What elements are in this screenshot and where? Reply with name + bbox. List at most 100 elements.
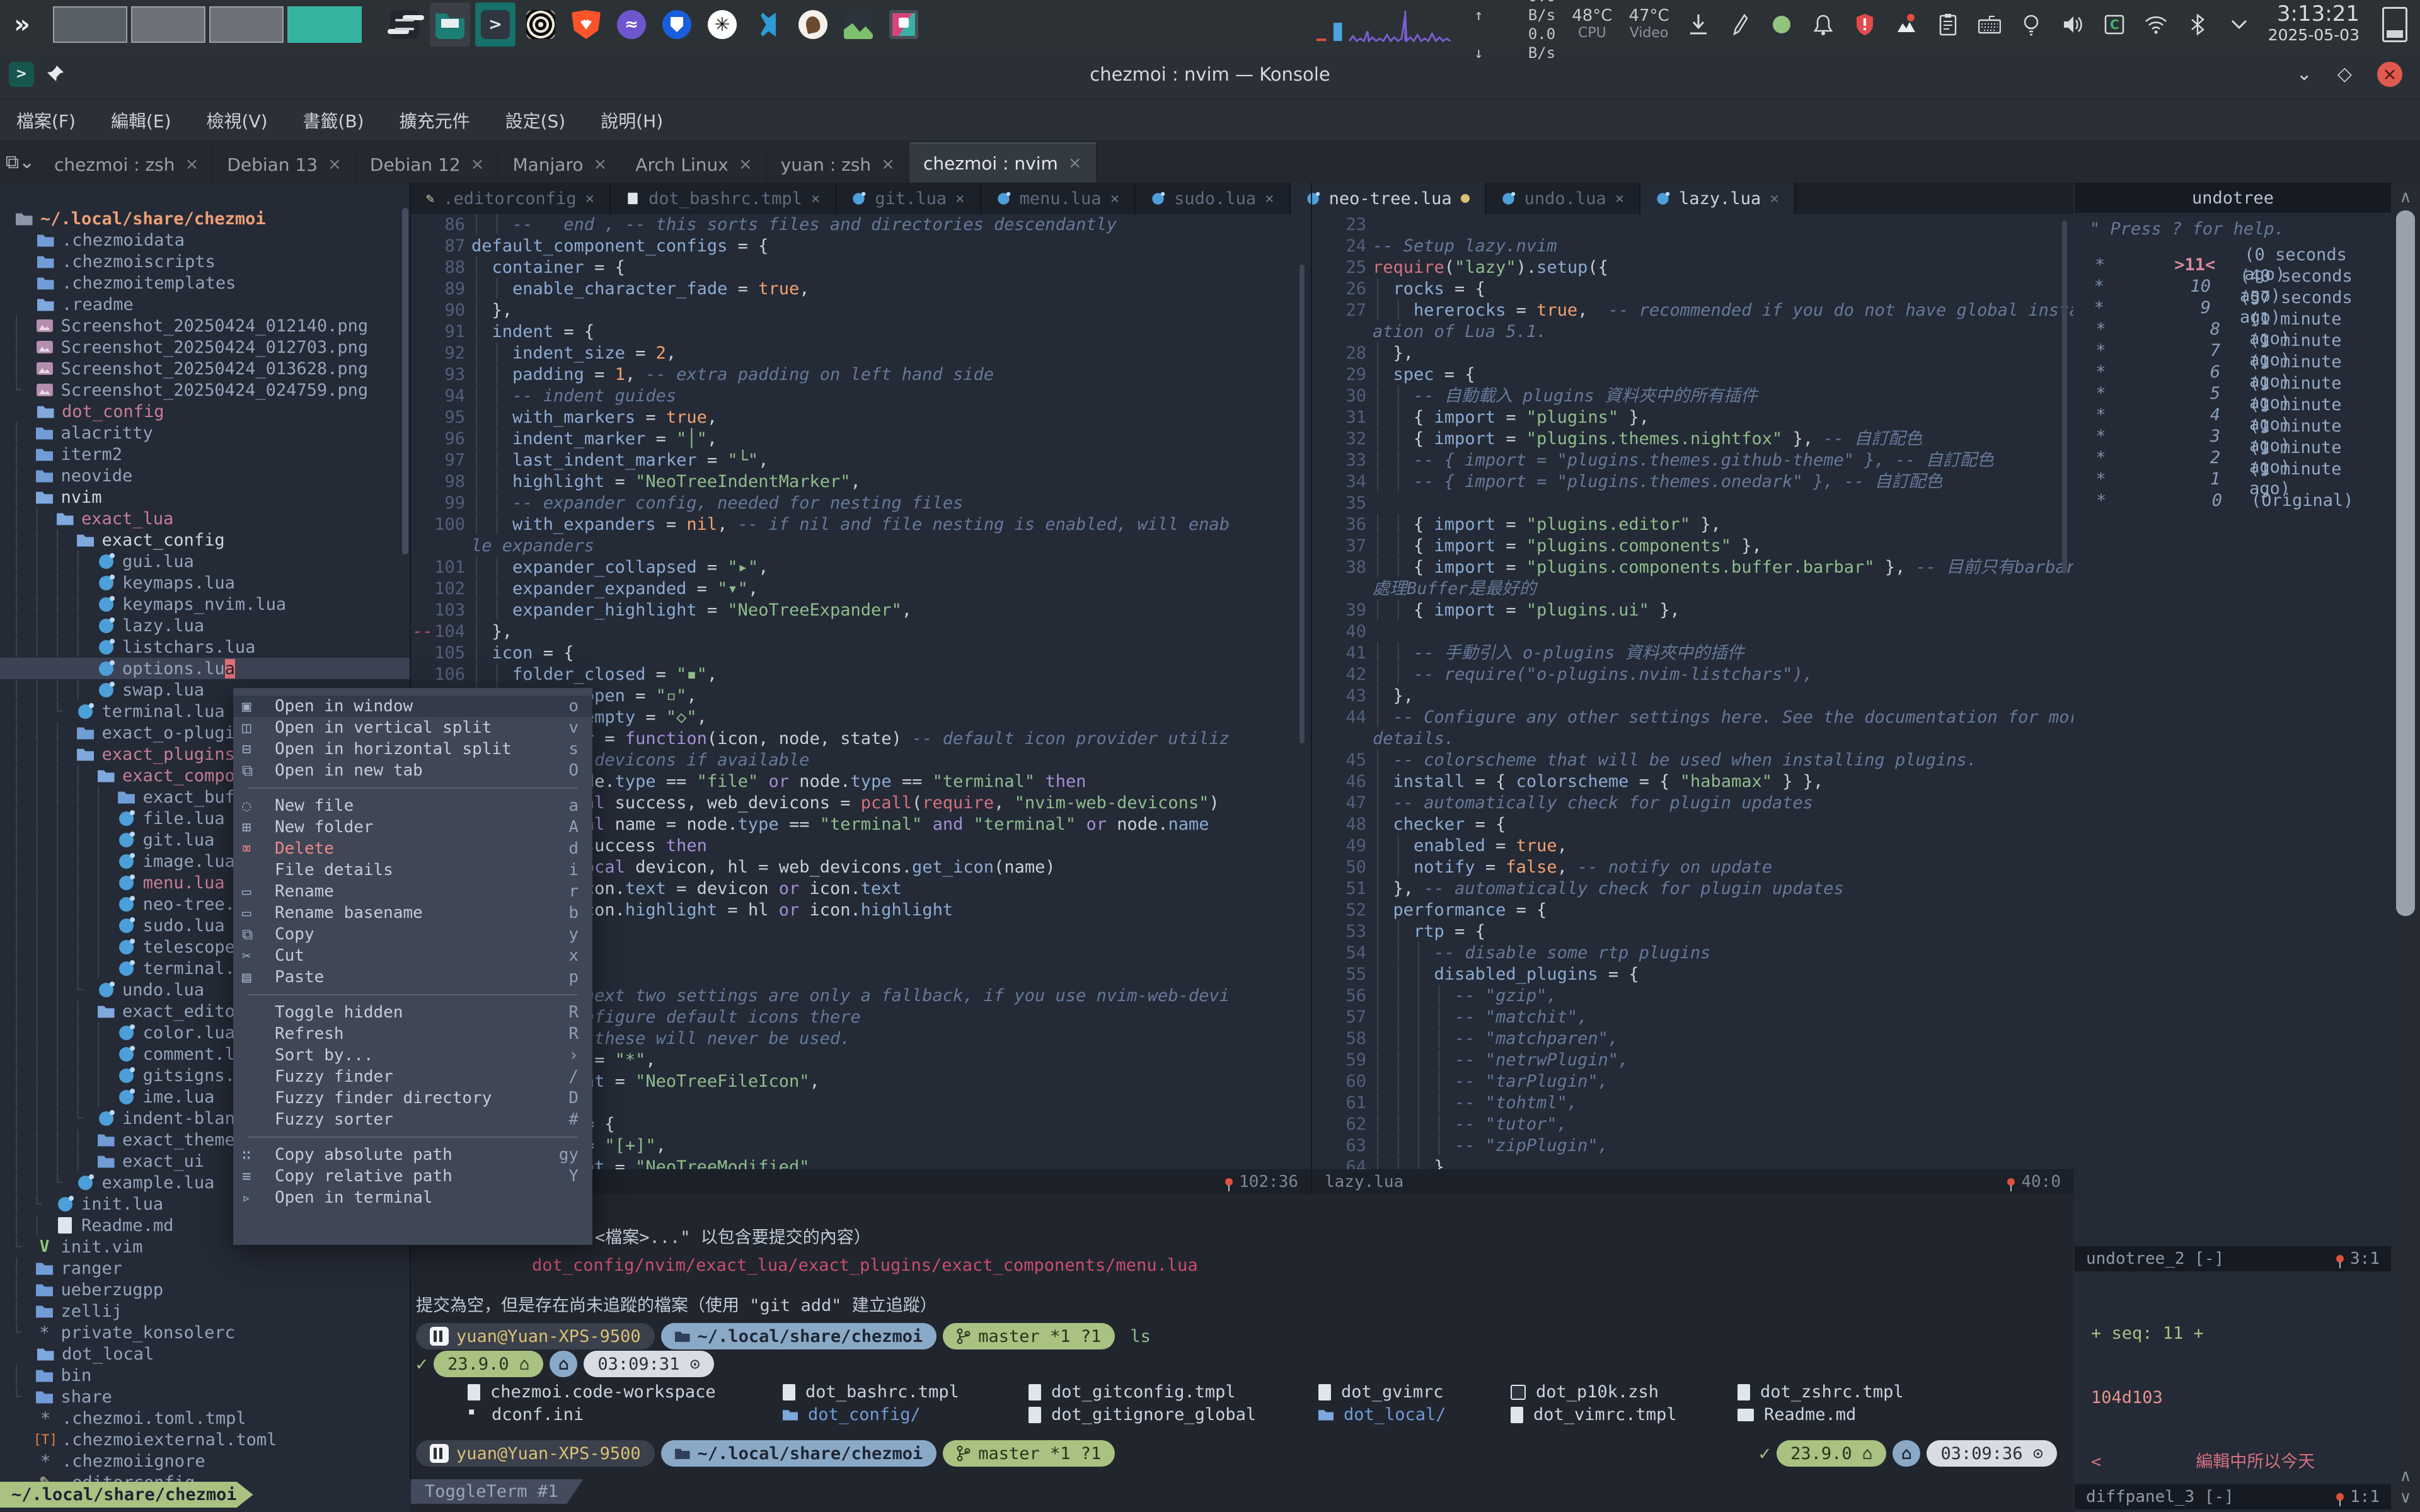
settings-icon[interactable] xyxy=(384,3,425,47)
editor-lazy-lua[interactable]: 2324-- Setup lazy.nvim25require("lazy").… xyxy=(1312,214,2073,1169)
listing-file[interactable]: dot_gitignore_global xyxy=(1028,1405,1256,1424)
tab-close-icon[interactable]: × xyxy=(594,155,608,174)
buffer-tab[interactable]: menu.lua× xyxy=(981,183,1136,214)
menubar-item-0[interactable]: 檔案(F) xyxy=(16,108,76,133)
tab-close-icon[interactable]: × xyxy=(585,190,594,207)
wallpaper-engine-icon[interactable] xyxy=(1894,12,1919,37)
file-manager-icon[interactable] xyxy=(430,3,470,47)
tree-item[interactable]: dot_local xyxy=(0,1343,410,1365)
menu-item-rename[interactable]: ▭Renamer xyxy=(233,881,592,902)
tab-close-icon[interactable]: × xyxy=(471,155,485,174)
tree-item[interactable]: dot_config xyxy=(0,401,410,422)
menu-item-copy[interactable]: ⧉Copyy xyxy=(233,924,592,945)
brave-icon[interactable] xyxy=(566,3,606,47)
menu-item-toggle-hidden[interactable]: Toggle hiddenR xyxy=(233,1002,592,1023)
desktop-2[interactable] xyxy=(131,6,205,43)
tree-item[interactable]: │ alacritty xyxy=(0,422,410,444)
menu-item-fuzzy-finder[interactable]: Fuzzy finder/ xyxy=(233,1066,592,1087)
listing-file[interactable]: dot_config/ xyxy=(783,1405,921,1424)
buffer-tab[interactable]: sudo.lua× xyxy=(1136,183,1291,214)
konsole-tab[interactable]: chezmoi : zsh× xyxy=(40,146,213,183)
menu-item-copy-absolute-path[interactable]: ∷Copy absolute pathgy xyxy=(233,1144,592,1166)
tree-item[interactable]: │ │ │ exact_config xyxy=(0,529,410,551)
tree-item[interactable]: │ │ │ │ options.lua xyxy=(0,658,410,679)
wifi-icon[interactable] xyxy=(2143,12,2169,37)
maximize-button[interactable]: ◇ xyxy=(2337,63,2352,85)
volume-icon[interactable] xyxy=(2060,12,2085,37)
menu-item-file-details[interactable]: File detailsi xyxy=(233,859,592,881)
menubar-item-3[interactable]: 書籤(B) xyxy=(303,108,364,133)
image-viewer-icon[interactable] xyxy=(838,3,879,47)
menubar-item-6[interactable]: 說明(H) xyxy=(601,108,663,133)
menu-item-fuzzy-finder-directory[interactable]: Fuzzy finder directoryD xyxy=(233,1087,592,1109)
tree-item[interactable]: │ Screenshot_20250424_012140.png xyxy=(0,315,410,336)
tree-item[interactable]: │ iterm2 xyxy=(0,444,410,465)
tree-item[interactable]: .chezmoiscripts xyxy=(0,251,410,272)
menu-item-rename-basename[interactable]: ▭Rename basenameb xyxy=(233,902,592,924)
new-tab-icon[interactable]: ⧉⌄ xyxy=(0,141,40,183)
toggleterm-pane[interactable]: <檔案>..." 以包含要提交的內容） dot_config/nvim/exac… xyxy=(411,1194,2073,1512)
tab-close-icon[interactable]: × xyxy=(1068,154,1082,173)
buffer-tab[interactable]: undo.lua× xyxy=(1486,183,1641,214)
tab-close-icon[interactable]: × xyxy=(328,155,342,174)
tree-item[interactable]: └ Screenshot_20250424_024759.png xyxy=(0,379,410,401)
listing-file[interactable]: dot_gvimrc xyxy=(1318,1382,1444,1402)
konsole-tab[interactable]: yuan : zsh× xyxy=(767,146,909,183)
tree-item[interactable]: │ │ │ │ keymaps.lua xyxy=(0,572,410,593)
copyq-icon[interactable]: C xyxy=(2102,12,2127,37)
tab-close-icon[interactable]: × xyxy=(1615,190,1624,207)
tree-item[interactable]: .readme xyxy=(0,294,410,315)
scroll-down-icon[interactable]: ∨ xyxy=(2391,1488,2420,1507)
tree-item[interactable]: └ *private_konsolerc xyxy=(0,1322,410,1343)
menu-item-open-in-terminal[interactable]: ▹Open in terminal xyxy=(233,1187,592,1208)
tree-item[interactable]: *.chezmoi.toml.tmpl xyxy=(0,1407,410,1429)
tab-close-icon[interactable]: × xyxy=(1265,190,1274,207)
buffer-tab[interactable]: lazy.lua× xyxy=(1640,183,1795,214)
minimize-button[interactable]: ⌄ xyxy=(2296,63,2312,85)
night-light-icon[interactable] xyxy=(2019,12,2044,37)
desktop-4-active[interactable] xyxy=(287,6,362,43)
menu-item-open-in-window[interactable]: ▣Open in windowo xyxy=(233,696,592,717)
listing-file[interactable]: dot_local/ xyxy=(1318,1405,1446,1424)
menu-item-refresh[interactable]: RefreshR xyxy=(233,1023,592,1045)
tab-close-icon[interactable]: × xyxy=(1110,190,1119,207)
tree-item[interactable]: │ │ exact_lua xyxy=(0,508,410,529)
vscode-icon[interactable] xyxy=(747,3,788,47)
menu-item-open-in-new-tab[interactable]: ⧉Open in new tabO xyxy=(233,760,592,781)
desktop-3[interactable] xyxy=(209,6,284,43)
tree-item[interactable]: │ ranger xyxy=(0,1257,410,1279)
menu-item-sort-by-[interactable]: Sort by...› xyxy=(233,1045,592,1066)
download-tray-icon[interactable] xyxy=(1686,12,1711,37)
listing-file[interactable]: Readme.md xyxy=(1737,1405,1856,1424)
menu-item-copy-relative-path[interactable]: ≡Copy relative pathY xyxy=(233,1166,592,1187)
tree-item[interactable]: │ Screenshot_20250424_012703.png xyxy=(0,336,410,358)
clipboard-icon[interactable] xyxy=(1935,12,1961,37)
bitwarden-icon[interactable] xyxy=(657,3,697,47)
menubar-item-2[interactable]: 檢視(V) xyxy=(207,108,268,133)
screenshot-tool-icon[interactable] xyxy=(884,3,924,47)
tree-item[interactable]: ✎.editorconfig xyxy=(0,1472,410,1482)
menubar-item-1[interactable]: 編輯(E) xyxy=(111,108,171,133)
tab-close-icon[interactable]: × xyxy=(185,155,199,174)
tree-item[interactable]: │ │ │ │ gui.lua xyxy=(0,551,410,572)
buffer-tab[interactable]: neo-tree.lua xyxy=(1291,183,1486,214)
virtual-desktop-pager[interactable] xyxy=(53,6,362,43)
scroll-up-icon[interactable]: ∧ xyxy=(2391,188,2420,207)
listing-file[interactable]: dot_zshrc.tmpl xyxy=(1737,1382,1904,1402)
scrollbar-thumb[interactable] xyxy=(2396,210,2415,916)
buffer-tab[interactable]: git.lua× xyxy=(836,183,981,214)
tree-item[interactable]: .chezmoidata xyxy=(0,229,410,251)
tab-close-icon[interactable]: × xyxy=(1770,190,1778,207)
listing-file[interactable]: dconf.ini xyxy=(468,1405,584,1424)
menu-item-delete[interactable]: ⌧Deleted xyxy=(233,838,592,859)
dbeaver-icon[interactable] xyxy=(793,3,833,47)
tray-expander-icon[interactable] xyxy=(2227,12,2252,37)
tree-item[interactable]: │ Screenshot_20250424_013628.png xyxy=(0,358,410,379)
tree-item[interactable]: │ zellij xyxy=(0,1300,410,1322)
tree-item[interactable]: │ bin xyxy=(0,1365,410,1386)
security-shield-icon[interactable] xyxy=(1852,12,1877,37)
tab-close-icon[interactable]: × xyxy=(739,155,752,174)
listing-file[interactable]: dot_bashrc.tmpl xyxy=(783,1382,959,1402)
undo-node[interactable]: *0(Original) xyxy=(2075,490,2391,511)
tree-item[interactable]: │ ueberzugpp xyxy=(0,1279,410,1300)
